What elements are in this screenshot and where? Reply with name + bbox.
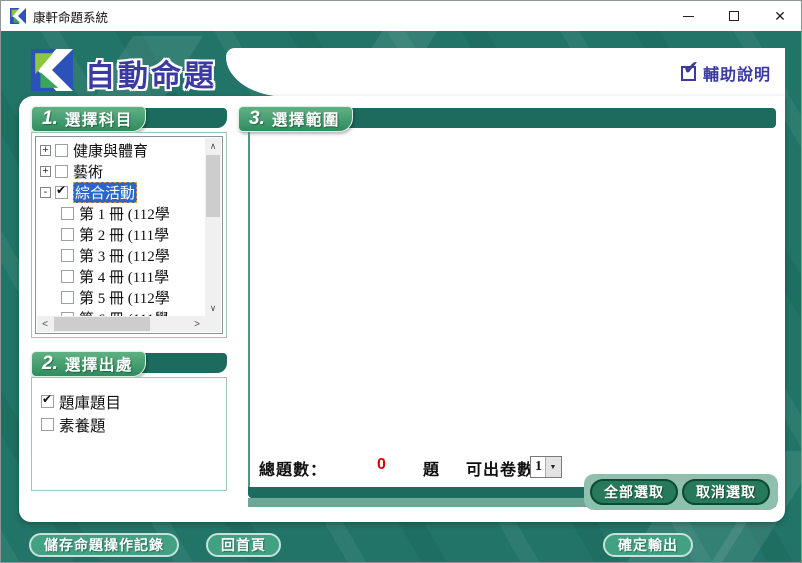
tree-item-label[interactable]: 第 4 冊 (111學 (79, 266, 169, 287)
app-window: 康軒命題系統 ✕ ✔ 輔助說明 自動命題 (0, 0, 802, 563)
help-checkbox-icon: ✔ (681, 66, 696, 81)
tree-item-volume-2[interactable]: 第 2 冊 (111學 (40, 224, 205, 245)
tree-item-label[interactable]: 第 2 冊 (111學 (79, 224, 169, 245)
app-logo-icon (10, 8, 26, 24)
paper-count-label: 可出卷數 (466, 456, 534, 480)
vertical-scrollbar[interactable]: ∧ ∨ (205, 138, 221, 316)
maximize-button[interactable] (711, 1, 757, 31)
section1-number: 1. (42, 108, 58, 130)
section3-header-bar (308, 108, 776, 128)
tree-item-label[interactable]: 第 1 冊 (112學 (79, 203, 170, 224)
option-label[interactable]: 題庫題目 (59, 391, 121, 413)
tree-checkbox[interactable] (55, 165, 68, 178)
range-bottom-dark-bar (248, 487, 591, 498)
subject-tree-rows: + 健康與體育 + 藝術 - ✔ 綜合活動 (37, 138, 205, 316)
minimize-button[interactable] (665, 1, 711, 31)
select-all-button[interactable]: 全部選取 (590, 479, 678, 505)
dropdown-arrow-icon[interactable]: ▼ (545, 457, 561, 477)
tree-item-volume-6[interactable]: 第 6 冊 (111學 (40, 308, 205, 316)
paper-count-value: 1 (535, 459, 543, 475)
scroll-down-icon[interactable]: ∨ (205, 300, 221, 316)
checkbox-literacy[interactable] (41, 418, 54, 431)
range-panel-left-border (248, 132, 250, 487)
expand-minus-icon[interactable]: - (40, 187, 51, 198)
confirm-output-button[interactable]: 確定輸出 (603, 533, 693, 557)
section1-title: 選擇科目 (65, 108, 133, 130)
header-white-band: ✔ 輔助說明 (226, 48, 785, 97)
section1-header: 1. 選擇科目 (31, 106, 146, 132)
paper-count-dropdown[interactable]: 1 ▼ (530, 456, 562, 478)
tree-item-label[interactable]: 第 6 冊 (111學 (79, 308, 169, 316)
scroll-right-icon[interactable]: > (189, 316, 205, 332)
check-icon: ✔ (683, 59, 699, 78)
tree-item-arts[interactable]: + 藝術 (40, 161, 205, 182)
section2-title: 選擇出處 (65, 353, 133, 375)
subject-tree: + 健康與體育 + 藝術 - ✔ 綜合活動 (35, 136, 223, 334)
tree-item-label[interactable]: 藝術 (73, 161, 103, 182)
title-bar: 康軒命題系統 ✕ (1, 1, 802, 31)
section-select-range: 3. 選擇範圍 總題數： 0 題 可出卷數 1 ▼ 全部選取 取消選取 (238, 106, 776, 509)
tree-item-integrated-activities[interactable]: - ✔ 綜合活動 (40, 182, 205, 203)
expand-plus-icon[interactable]: + (40, 166, 51, 177)
tree-item-volume-5[interactable]: 第 5 冊 (112學 (40, 287, 205, 308)
total-questions-label: 總題數： (259, 456, 327, 480)
maximize-icon (729, 11, 739, 21)
tree-checkbox[interactable] (55, 144, 68, 157)
tree-checkbox[interactable] (61, 249, 74, 262)
section-select-source: 2. 選擇出處 ✔ 題庫題目 素養題 (31, 351, 227, 491)
vertical-scroll-thumb[interactable] (206, 155, 220, 217)
tree-checkbox[interactable] (61, 228, 74, 241)
page-title: 自動命題 (85, 51, 217, 95)
tree-item-label[interactable]: 第 3 冊 (112學 (79, 245, 170, 266)
tree-checkbox-checked[interactable]: ✔ (55, 186, 68, 199)
tree-item-volume-1[interactable]: 第 1 冊 (112學 (40, 203, 205, 224)
total-questions-value: 0 (377, 456, 387, 474)
minimize-icon (683, 16, 694, 17)
total-questions-unit: 題 (423, 456, 440, 480)
tree-item-label[interactable]: 健康與體育 (73, 140, 148, 161)
expand-plus-icon[interactable]: + (40, 145, 51, 156)
tree-item-label[interactable]: 第 5 冊 (112學 (79, 287, 170, 308)
content-card: 1. 選擇科目 + 健康與體育 + 藝術 (19, 96, 785, 522)
tree-item-volume-4[interactable]: 第 4 冊 (111學 (40, 266, 205, 287)
horizontal-scrollbar[interactable]: < > (37, 316, 205, 332)
app-title: 康軒命題系統 (33, 7, 108, 26)
option-question-bank[interactable]: ✔ 題庫題目 (41, 390, 217, 413)
horizontal-scroll-thumb[interactable] (54, 317, 150, 331)
close-icon: ✕ (774, 8, 786, 25)
scrollbar-corner (205, 316, 221, 332)
tree-item-health-pe[interactable]: + 健康與體育 (40, 140, 205, 161)
tree-item-volume-3[interactable]: 第 3 冊 (112學 (40, 245, 205, 266)
help-button[interactable]: ✔ 輔助說明 (681, 61, 771, 85)
scroll-left-icon[interactable]: < (37, 316, 53, 332)
help-label: 輔助說明 (703, 61, 771, 85)
section-select-subject: 1. 選擇科目 + 健康與體育 + 藝術 (31, 106, 227, 338)
section3-title: 選擇範圍 (272, 108, 340, 130)
subject-tree-panel: + 健康與體育 + 藝術 - ✔ 綜合活動 (31, 132, 227, 338)
page-logo-icon (31, 49, 73, 91)
tree-checkbox[interactable] (61, 291, 74, 304)
tree-checkbox[interactable] (61, 270, 74, 283)
tree-checkbox[interactable] (61, 207, 74, 220)
source-panel: ✔ 題庫題目 素養題 (31, 377, 227, 491)
check-icon: ✔ (42, 393, 52, 406)
checkbox-question-bank[interactable]: ✔ (41, 395, 54, 408)
home-button[interactable]: 回首頁 (206, 533, 281, 557)
check-icon: ✔ (56, 184, 66, 197)
save-record-button[interactable]: 儲存命題操作記錄 (29, 533, 179, 557)
section3-header: 3. 選擇範圍 (238, 106, 353, 132)
scroll-up-icon[interactable]: ∧ (205, 138, 221, 154)
close-button[interactable]: ✕ (757, 1, 802, 31)
option-label[interactable]: 素養題 (59, 414, 106, 436)
section2-number: 2. (42, 353, 58, 375)
deselect-button[interactable]: 取消選取 (682, 479, 770, 505)
section2-header: 2. 選擇出處 (31, 351, 146, 377)
option-literacy-questions[interactable]: 素養題 (41, 413, 217, 436)
section3-number: 3. (249, 108, 265, 130)
tree-item-label-selected[interactable]: 綜合活動 (73, 182, 137, 203)
